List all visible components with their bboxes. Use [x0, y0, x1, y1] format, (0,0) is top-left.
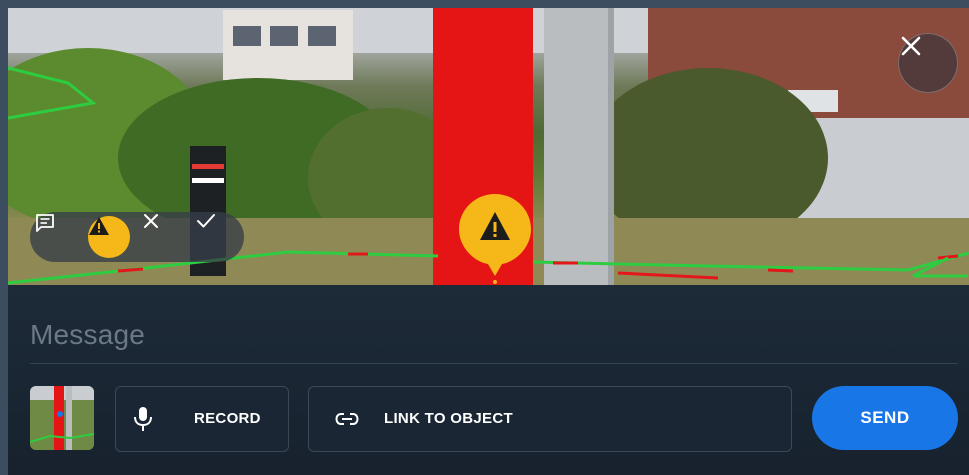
thumbnail-image	[30, 386, 94, 450]
ar-path-segment	[937, 254, 959, 260]
warning-pin-icon	[459, 194, 531, 284]
bollard-stripe	[192, 178, 224, 183]
warning-button[interactable]	[88, 216, 130, 258]
warning-icon	[89, 217, 109, 235]
cancel-button[interactable]	[142, 212, 186, 262]
close-button[interactable]	[898, 33, 958, 93]
window	[308, 26, 336, 46]
check-icon	[197, 214, 215, 228]
pole-shadow	[608, 8, 614, 285]
window	[270, 26, 298, 46]
send-button[interactable]: SEND	[812, 386, 958, 450]
link-to-object-button[interactable]: LINK TO OBJECT	[308, 386, 792, 452]
close-icon	[901, 36, 921, 56]
confirm-button[interactable]	[196, 212, 240, 262]
annotation-toolbar	[30, 212, 244, 262]
record-button[interactable]: RECORD	[115, 386, 289, 452]
ar-path-segment	[117, 267, 144, 273]
message-panel: Message RECORD LINK TO OBJECT SEND	[8, 285, 969, 475]
comment-button[interactable]	[34, 212, 78, 262]
message-underline	[30, 363, 958, 364]
comment-icon	[36, 214, 54, 232]
close-icon	[144, 214, 158, 228]
app-frame: Message RECORD LINK TO OBJECT SEND	[0, 0, 969, 475]
camera-view[interactable]	[8, 8, 969, 285]
message-input[interactable]: Message	[30, 319, 145, 351]
ar-path-segment	[767, 268, 794, 273]
photo-thumbnail[interactable]	[30, 386, 94, 450]
bollard-stripe	[192, 164, 224, 169]
concrete-pole	[544, 8, 614, 285]
microphone-icon	[134, 407, 152, 431]
record-label: RECORD	[194, 410, 261, 427]
warning-marker[interactable]	[457, 192, 533, 284]
link-icon	[335, 413, 359, 425]
link-to-object-label: LINK TO OBJECT	[384, 410, 513, 427]
window	[233, 26, 261, 46]
